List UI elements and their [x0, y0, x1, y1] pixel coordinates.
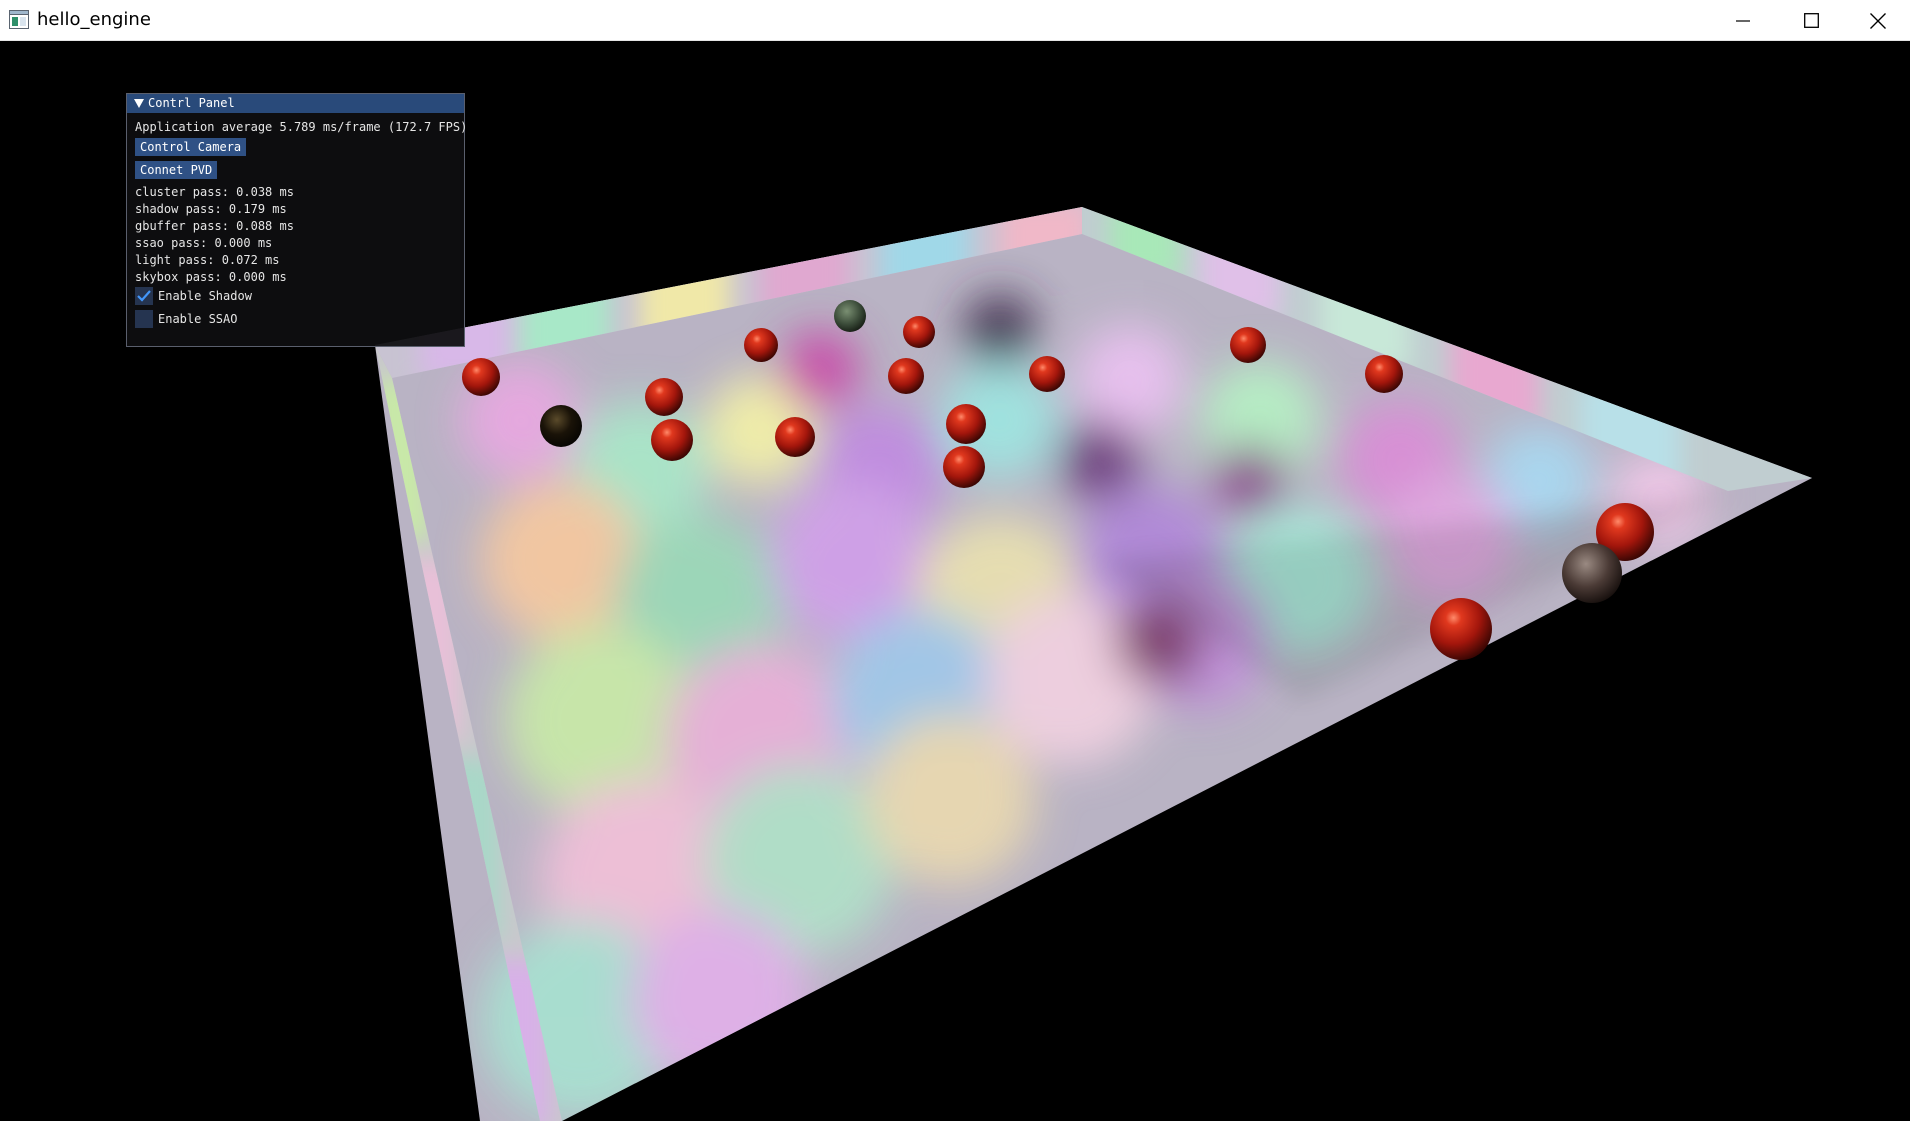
control-panel[interactable]: Contrl Panel Application average 5.789 m… [126, 93, 468, 347]
app-window-icon [9, 10, 29, 29]
enable-shadow-checkbox[interactable] [135, 287, 153, 305]
window-title: hello_engine [37, 9, 151, 30]
enable-ssao-label: Enable SSAO [158, 312, 238, 326]
fps-readout: Application average 5.789 ms/frame (172.… [135, 120, 468, 134]
light-pass-timing: light pass: 0.072 ms [135, 253, 280, 267]
enable-ssao-checkbox[interactable] [135, 310, 153, 328]
close-icon [1870, 12, 1886, 29]
title-bar[interactable]: hello_engine [0, 0, 1910, 41]
maximize-button[interactable] [1777, 0, 1846, 41]
minimize-button[interactable] [1708, 0, 1777, 41]
minimize-icon [1735, 14, 1750, 28]
app-window: hello_engine Contrl Panel Application av… [0, 0, 1910, 1121]
shadow-pass-timing: shadow pass: 0.179 ms [135, 202, 287, 216]
enable-shadow-label: Enable Shadow [158, 289, 252, 303]
maximize-icon [1804, 13, 1819, 28]
panel-title: Contrl Panel [148, 96, 235, 110]
close-button[interactable] [1846, 0, 1910, 41]
collapse-arrow-icon[interactable] [134, 99, 144, 108]
ssao-pass-timing: ssao pass: 0.000 ms [135, 236, 273, 250]
check-icon [137, 290, 151, 302]
gbuffer-pass-timing: gbuffer pass: 0.088 ms [135, 219, 294, 233]
control-camera-button[interactable]: Control Camera [135, 138, 247, 156]
panel-header[interactable]: Contrl Panel [127, 94, 464, 113]
cluster-pass-timing: cluster pass: 0.038 ms [135, 185, 294, 199]
connect-pvd-button[interactable]: Connet PVD [135, 161, 218, 179]
skybox-pass-timing: skybox pass: 0.000 ms [135, 270, 287, 284]
